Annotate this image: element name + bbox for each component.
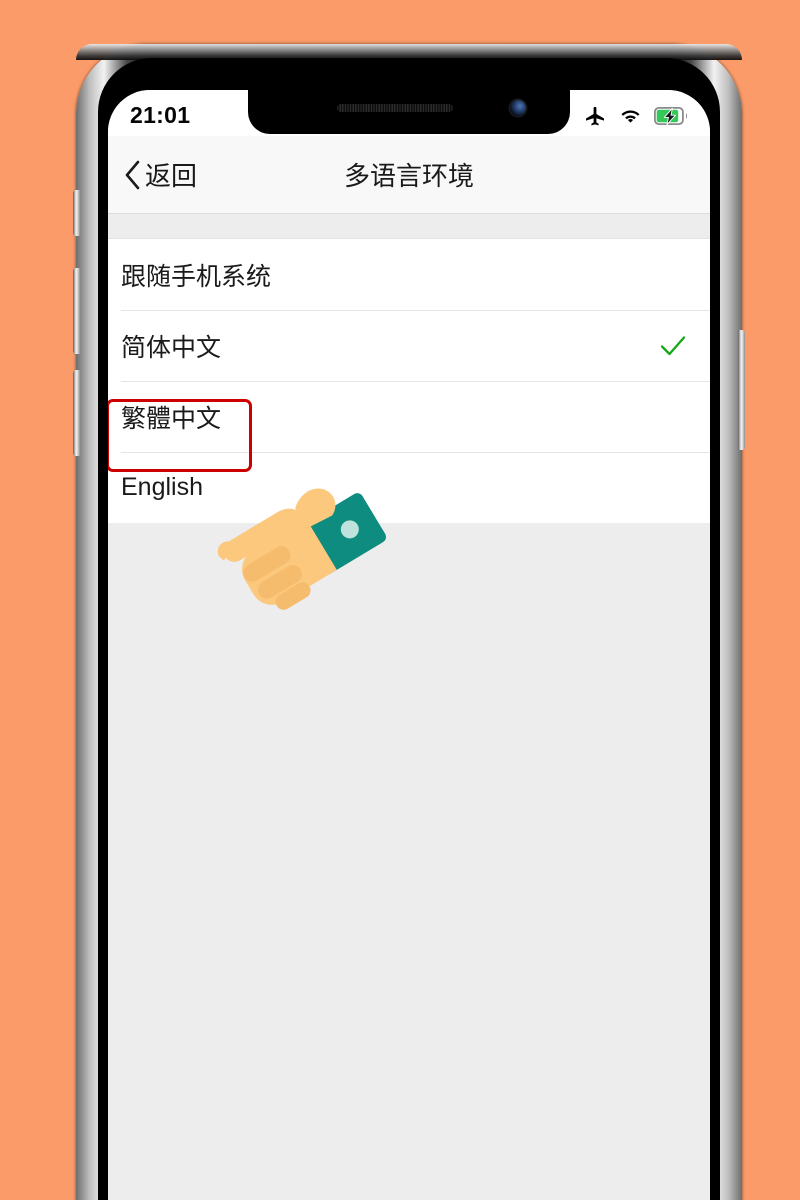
volume-up-button[interactable] <box>73 268 80 354</box>
airplane-mode-icon <box>586 106 604 125</box>
list-item-english[interactable]: English <box>108 452 710 523</box>
earpiece-speaker-icon <box>337 104 453 112</box>
check-placeholder <box>658 473 688 503</box>
list-item-label: 繁體中文 <box>121 404 222 433</box>
list-item-label: 跟随手机系统 <box>121 262 272 291</box>
status-icons <box>583 104 688 128</box>
power-button[interactable] <box>738 330 745 450</box>
page-title: 多语言环境 <box>343 161 474 191</box>
back-button-label: 返回 <box>145 161 198 191</box>
chevron-left-icon <box>125 160 140 189</box>
list-item-label: 简体中文 <box>121 333 222 362</box>
status-time: 21:01 <box>130 101 191 128</box>
volume-down-button[interactable] <box>73 370 80 456</box>
pointing-hand-cursor <box>217 488 386 610</box>
check-placeholder <box>658 260 688 290</box>
wifi-icon <box>621 109 640 123</box>
language-option-list: 跟随手机系统 简体中文 繁體中文 English <box>108 239 710 523</box>
check-placeholder <box>658 402 688 432</box>
notch <box>248 90 570 134</box>
list-item-traditional-chinese[interactable]: 繁體中文 <box>108 381 710 452</box>
mute-switch[interactable] <box>73 190 80 236</box>
front-camera-icon <box>510 100 526 116</box>
battery-charging-icon <box>654 106 688 125</box>
checkmark-icon <box>660 335 686 355</box>
navigation-bar: 返回 多语言环境 <box>108 136 710 214</box>
list-section-spacer <box>108 215 710 239</box>
phone-screen: 21:01 返回 多语言环境 跟随手机系统 简体中文 繁體中文 English <box>108 90 710 1200</box>
list-item-follow-system[interactable]: 跟随手机系统 <box>108 239 710 310</box>
phone-frame: 21:01 返回 多语言环境 跟随手机系统 简体中文 繁體中文 English <box>76 44 742 1200</box>
list-item-simplified-chinese[interactable]: 简体中文 <box>108 310 710 381</box>
back-button[interactable]: 返回 <box>108 156 197 193</box>
